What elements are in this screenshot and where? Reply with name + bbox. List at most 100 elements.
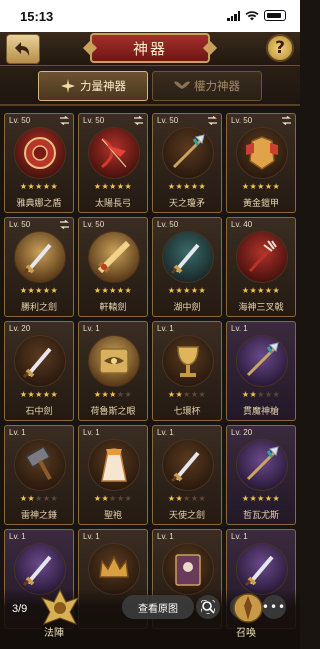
star-icon: ★ [175,182,184,191]
artifact-card[interactable]: Lv. 20 ★★★★★ 哲瓦尤斯 [226,425,296,525]
star-icon: ★ [27,494,36,503]
status-icons [227,10,286,21]
star-icon: ★ [116,494,125,503]
artifact-name: 湖中劍 [173,303,201,313]
armor-icon [246,136,278,170]
artifact-card[interactable]: Lv. 50 ★★★★★ 軒轅劍 [78,217,148,317]
artifact-level: Lv. 40 [231,220,253,229]
artifact-level: Lv. 1 [9,428,26,437]
artifact-name: 哲瓦尤斯 [242,511,279,521]
artifact-image [162,127,214,179]
star-icon: ★ [27,286,36,295]
view-original-button[interactable]: 查看原图 [122,595,194,619]
star-icon: ★ [50,286,59,295]
artifact-name: 黃金鎧甲 [242,199,279,209]
star-icon: ★ [109,390,117,399]
artifact-card[interactable]: Lv. 50 ★★★★★ 天之瓊矛 [152,113,222,213]
artifact-image [14,439,66,491]
artifact-name: 七環杯 [173,407,201,417]
star-icon: ★ [183,286,191,295]
star-rating: ★★★★★ [227,494,295,504]
shield-icon [24,137,56,169]
artifact-image [88,231,140,283]
wifi-icon [245,10,259,20]
star-icon: ★ [190,182,199,191]
artifact-card[interactable]: Lv. 50 ★★★★★ 太陽長弓 [78,113,148,213]
tabs-bar: 力量神器 權力神器 [0,66,300,106]
artifact-image [236,335,288,387]
sword-icon [22,243,52,275]
star-icon: ★ [116,390,125,399]
star-icon: ★ [272,286,281,295]
status-bar: 15:13 [0,0,300,32]
artifact-card[interactable]: Lv. 1 ★★★★★ 聖袍 [78,425,148,525]
artifact-level: Lv. 50 [231,116,253,125]
artifact-card[interactable]: Lv. 1 ★★★★★ 貫魔神槍 [226,321,296,421]
star-rating: ★★★★★ [153,494,221,504]
artifact-name: 石中劍 [25,407,53,417]
star-rating: ★★★★★ [227,286,295,296]
star-icon: ★ [272,494,281,503]
spear-icon [246,342,279,377]
star-icon: ★ [101,390,110,399]
page-title-plate: 神器 [90,33,210,63]
star-icon: ★ [257,182,265,191]
artifact-image [14,231,66,283]
artifact-card[interactable]: Lv. 50 ★★★★★ 雅典娜之盾 [4,113,74,213]
sword-icon [170,243,200,275]
star-icon: ★ [183,494,191,503]
star-rating: ★★★★★ [79,286,147,296]
artifact-name: 天之瓊矛 [168,199,205,209]
star-icon: ★ [42,286,51,295]
zoom-button[interactable] [196,595,220,619]
trident-icon [248,240,277,273]
page-title: 神器 [132,39,167,58]
artifact-name: 雅典娜之盾 [16,199,62,209]
star-icon: ★ [198,286,207,295]
star-icon: ★ [264,390,273,399]
star-rating: ★★★★★ [79,390,147,400]
star-icon: ★ [50,494,59,503]
artifact-card[interactable]: Lv. 50 ★★★★★ 黃金鎧甲 [226,113,296,213]
spear-icon [172,134,205,169]
artifact-card[interactable]: Lv. 1 ★★★★★ 天使之劍 [152,425,222,525]
robe-icon [101,448,127,482]
artifact-card[interactable]: Lv. 1 ★★★★★ 雷神之錘 [4,425,74,525]
hammer-icon [25,445,52,480]
star-icon: ★ [35,182,43,191]
star-icon: ★ [27,390,36,399]
artifact-image [88,335,140,387]
eye-icon [99,348,129,374]
top-header: 神器 ? [0,32,300,66]
book-icon [175,554,201,586]
artifact-card[interactable]: Lv. 20 ★★★★★ 石中劍 [4,321,74,421]
spear-icon [246,446,279,481]
star-icon: ★ [198,390,207,399]
battery-icon [264,10,286,21]
tab-power-artifacts[interactable]: 力量神器 [38,71,148,101]
star-icon: ★ [249,286,258,295]
artifact-card[interactable]: Lv. 40 ★★★★★ 海神三叉戟 [226,217,296,317]
tab-authority-artifacts[interactable]: 權力神器 [152,71,262,101]
star-icon: ★ [109,182,117,191]
star-icon: ★ [175,390,184,399]
help-button[interactable]: ? [266,34,294,62]
artifact-card[interactable]: Lv. 1 ★★★★★ 七環杯 [152,321,222,421]
magic-circle-icon [40,588,80,625]
artifact-name: 天使之劍 [168,511,205,521]
star-rating: ★★★★★ [79,494,147,504]
artifact-card[interactable]: Lv. 50 ★★★★★ 湖中劍 [152,217,222,317]
star-icon: ★ [35,494,43,503]
star-rating: ★★★★★ [153,182,221,192]
artifact-card[interactable]: Lv. 50 ★★★★★ 勝利之劍 [4,217,74,317]
star-icon: ★ [175,494,184,503]
artifact-name: 軒轅劍 [99,303,127,313]
artifact-image [162,335,214,387]
star-icon: ★ [264,494,273,503]
back-button[interactable] [6,34,40,64]
star-icon: ★ [109,494,117,503]
artifact-level: Lv. 20 [9,324,31,333]
artifact-name: 雷神之錘 [20,511,57,521]
artifact-level: Lv. 50 [9,116,31,125]
artifact-card[interactable]: Lv. 1 ★★★★★ 荷魯斯之眼 [78,321,148,421]
